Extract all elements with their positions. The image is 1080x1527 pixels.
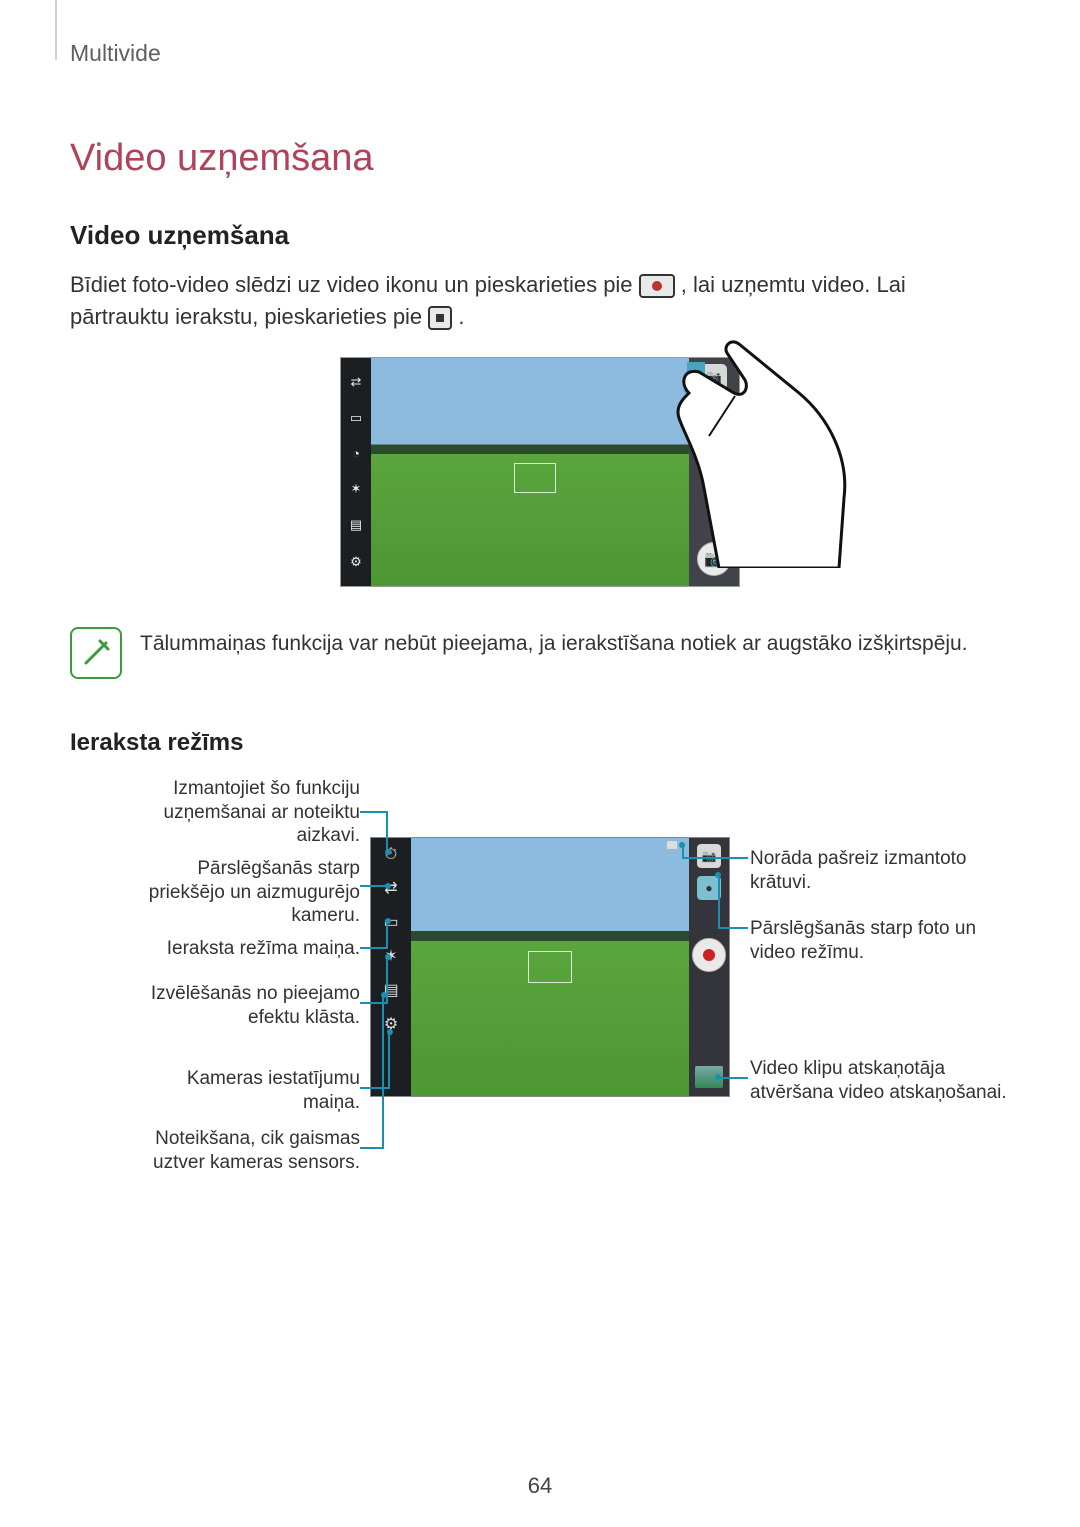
lead-line — [386, 811, 388, 852]
lead-dot — [715, 1074, 721, 1080]
mode-title: Ieraksta režīms — [70, 729, 1010, 757]
settings-icon: ⚙ — [350, 554, 362, 570]
manual-page: Multivide Video uzņemšana Video uzņemšan… — [0, 0, 1080, 1527]
lead-line — [718, 1077, 748, 1079]
diagram-photo-slot: 📷 — [697, 844, 721, 868]
note-icon — [70, 627, 122, 679]
lead-line — [360, 811, 388, 813]
lead-line — [360, 1147, 384, 1149]
lead-line — [718, 927, 748, 929]
lead-line — [360, 1087, 390, 1089]
diagram-viewfinder — [411, 838, 689, 1096]
callout-effects: Izvēlēšanās no pieejamo efektu klāsta. — [130, 982, 360, 1030]
lead-line — [382, 995, 384, 1149]
lead-dot — [385, 918, 391, 924]
lead-dot — [387, 1029, 393, 1035]
diagram-right-toolbar: 📷 ● — [689, 838, 729, 1096]
lead-line — [360, 947, 388, 949]
lead-dot — [385, 954, 391, 960]
lead-dot — [385, 883, 391, 889]
lead-line — [718, 875, 720, 929]
timer-icon: ◔ — [352, 446, 360, 461]
lead-dot — [715, 872, 721, 878]
lead-line — [386, 957, 388, 1004]
intro-part3: . — [458, 304, 464, 329]
diagram-left-toolbar: ⏱ ⇄ ▭ ✶ ▤ ⚙ — [371, 838, 411, 1096]
record-icon — [639, 274, 675, 298]
callout-switch-camera: Pārslēgšanās starp priekšējo un aizmugur… — [130, 857, 360, 928]
page-title: Video uzņemšana — [70, 137, 1010, 180]
labeled-diagram: ⏱ ⇄ ▭ ✶ ▤ ⚙ 📷 ● Izmantojiet šo funkciju … — [70, 777, 1010, 1217]
callout-storage: Norāda pašreiz izmantoto krātuvi. — [750, 847, 1010, 895]
callout-record-mode: Ieraksta režīma maiņa. — [130, 937, 360, 961]
effects-icon: ✶ — [351, 481, 362, 497]
callout-gallery: Video klipu atskaņotāja atvēršana video … — [750, 1057, 1010, 1105]
callout-timer: Izmantojiet šo funkciju uzņemšanai ar no… — [130, 777, 360, 848]
storage-indicator-icon — [667, 841, 677, 849]
page-number: 64 — [0, 1473, 1080, 1499]
lead-line — [682, 857, 748, 859]
callout-settings: Kameras iestatījumu maiņa. — [130, 1067, 360, 1115]
viewfinder-preview — [371, 358, 689, 586]
callout-mode-switch: Pārslēgšanās starp foto un video režīmu. — [750, 917, 1010, 965]
intro-part1: Bīdiet foto-video slēdzi uz video ikonu … — [70, 272, 639, 297]
note-text: Tālummaiņas funkcija var nebūt pieejama,… — [140, 627, 1010, 658]
lead-line — [360, 885, 388, 887]
mode-icon: ▭ — [350, 410, 362, 426]
intro-paragraph: Bīdiet foto-video slēdzi uz video ikonu … — [70, 269, 1010, 333]
breadcrumb: Multivide — [70, 40, 1010, 67]
section-title: Video uzņemšana — [70, 220, 1010, 251]
lead-line — [388, 1032, 390, 1089]
margin-rule — [55, 0, 57, 60]
lead-dot — [381, 992, 387, 998]
diagram-status-bar — [411, 838, 689, 852]
lead-line — [386, 921, 388, 949]
exposure-icon: ▤ — [350, 517, 362, 533]
lead-dot — [679, 842, 685, 848]
camera-left-toolbar: ⇄ ▭ ◔ ✶ ▤ ⚙ — [341, 358, 371, 586]
lead-dot — [385, 849, 391, 855]
camera-screenshot: ⇄ ▭ ◔ ✶ ▤ ⚙ 📷 ⬤ 📷 — [340, 357, 740, 587]
stop-icon — [428, 306, 452, 330]
callout-exposure: Noteikšana, cik gaismas uztver kameras s… — [130, 1127, 360, 1175]
camera-ui-diagram: ⏱ ⇄ ▭ ✶ ▤ ⚙ 📷 ● — [370, 837, 730, 1097]
diagram-record-button — [692, 938, 726, 972]
hand-illustration — [649, 338, 859, 568]
note-block: Tālummaiņas funkcija var nebūt pieejama,… — [70, 627, 1010, 679]
switch-camera-icon: ⇄ — [351, 374, 362, 390]
